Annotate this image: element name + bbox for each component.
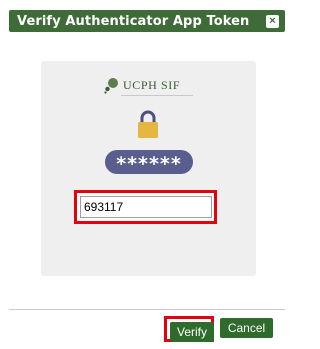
verify-button-highlight: Verify — [164, 316, 214, 342]
masked-password-badge: ****** — [105, 150, 193, 175]
logo-rule — [121, 95, 193, 96]
dialog-title: Verify Authenticator App Token — [17, 14, 250, 29]
logo-text: UCPH SIF — [123, 78, 181, 92]
verify-token-dialog: Verify Authenticator App Token × UCPH SI… — [0, 0, 287, 349]
ucph-sif-logo: UCPH SIF — [103, 78, 199, 100]
cancel-button[interactable]: Cancel — [220, 318, 273, 338]
verify-button[interactable]: Verify — [170, 322, 214, 342]
token-input-highlight — [74, 190, 217, 224]
footer-divider — [9, 309, 285, 310]
token-input[interactable] — [80, 196, 212, 218]
ucph-sif-logo-icon — [104, 78, 118, 94]
close-icon[interactable]: × — [266, 15, 279, 28]
token-card: UCPH SIF ****** — [41, 61, 256, 276]
dialog-titlebar: Verify Authenticator App Token × — [9, 10, 285, 32]
lock-icon — [138, 110, 158, 138]
